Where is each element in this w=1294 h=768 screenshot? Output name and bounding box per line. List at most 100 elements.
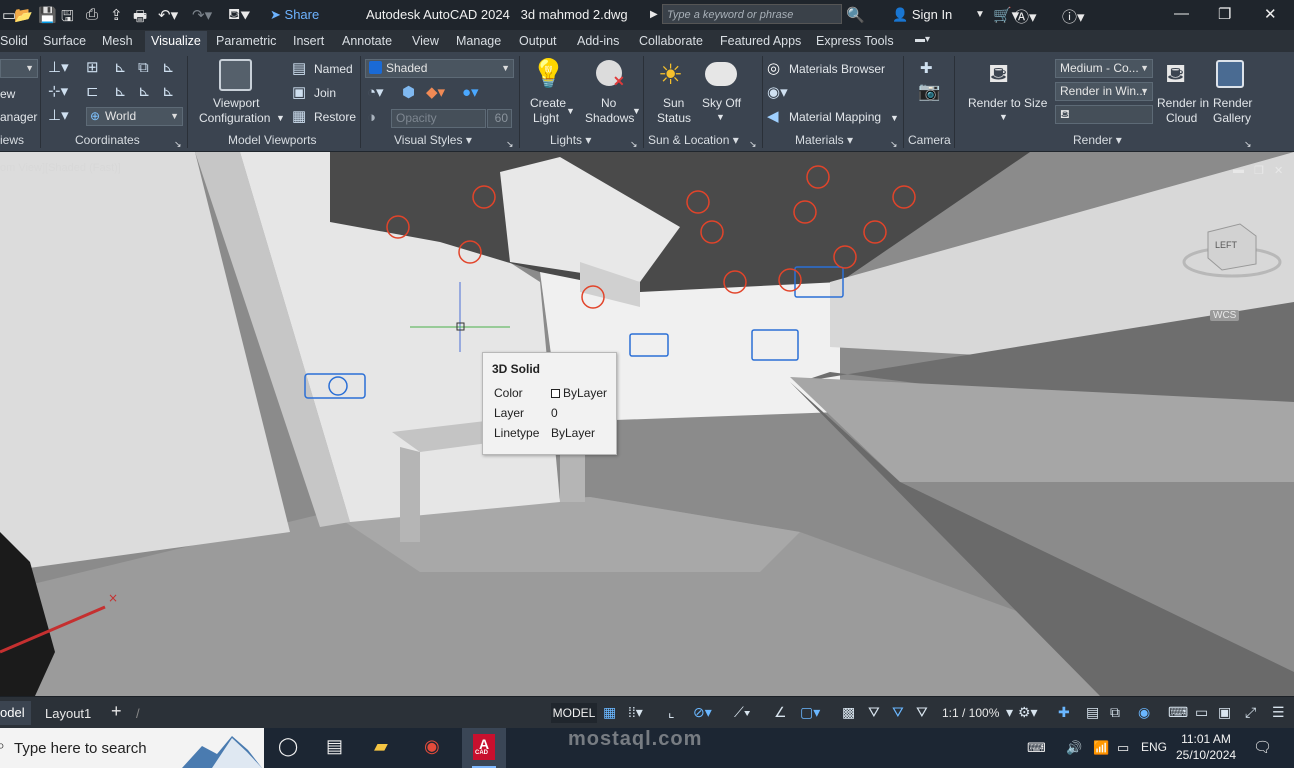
tab-solid[interactable]: Solid [0,34,28,48]
minimize-icon[interactable]: — [1174,5,1189,22]
panel-launcher-icon[interactable]: ↘ [506,137,514,151]
materials-browser-button[interactable]: Materials Browser [789,62,885,76]
camera-icon[interactable]: 📷 [918,82,940,100]
render-teapot-icon[interactable]: ⛾ [988,58,1009,88]
tab-parametric[interactable]: Parametric [216,34,276,48]
chevron-down-icon[interactable]: ▼ [716,110,725,124]
drawing-viewport[interactable]: × om View][Shaded (Fast)] ▬ ❐ ✕ LEFT WCS [0,152,1294,696]
render-to-size-button[interactable]: Render to Size [968,96,1047,110]
open-from-web-icon[interactable]: ⎙ [86,6,98,23]
chevron-down-icon[interactable]: ▼ [566,104,575,118]
viewport-config-line1[interactable]: Viewport [213,96,259,110]
object-snap-icon[interactable]: ▢▾ [800,704,820,721]
restore-viewports-button[interactable]: Restore [314,110,356,124]
gear-icon[interactable]: ⚙▾ [1018,704,1038,721]
volume-icon[interactable]: 🔊 [1066,740,1082,756]
close-icon[interactable]: ✕ [1264,5,1277,23]
sun-status-line1[interactable]: Sun [663,96,684,110]
lighting-quality-icon[interactable]: ●▾ [462,85,479,101]
save-as-icon[interactable]: 🖫 [61,6,74,31]
widgets-icon[interactable]: ▤ [326,736,343,757]
create-camera-icon[interactable]: ✚ [920,61,933,77]
no-shadows-line2[interactable]: Shadows [585,111,634,125]
chrome-icon[interactable]: ◉ [424,736,440,757]
views-label-1[interactable]: ew [0,87,15,101]
visual-style-combo[interactable]: Shaded ▼ [365,59,514,78]
sun-status-icon[interactable]: ☀ [658,60,683,90]
create-light-line2[interactable]: Light [533,111,559,125]
taskbar-search-input[interactable] [14,738,164,758]
plus-snap-icon[interactable]: ✚ [1058,704,1070,721]
transparency-icon[interactable]: ▩ [842,704,855,721]
chevron-down-icon[interactable]: ▼ [975,9,985,20]
tab-model[interactable]: odel [0,701,31,725]
fullscreen-icon[interactable]: ⤢ [1245,704,1256,721]
viewport-restore-icon[interactable]: ❐ [1254,164,1264,177]
materials-attach-icon[interactable]: ◉▾ [767,85,788,101]
tab-visualize[interactable]: Visualize [145,31,207,52]
ucs-z-icon[interactable]: ⊾ [138,84,151,100]
ucs-named-icon[interactable]: ⊹▾ [48,84,68,100]
ucs-y-icon[interactable]: ⊾ [114,84,127,100]
language-indicator[interactable]: ENG [1141,740,1167,754]
auto-scale-icon[interactable]: ⛛ [892,704,904,721]
ucs-combo[interactable]: ⊕ World ▼ [86,107,183,126]
sign-in-button[interactable]: 👤 Sign In [892,7,952,23]
share-button[interactable]: ➤ Share [270,7,319,23]
material-mapping-button[interactable]: Material Mapping [789,110,881,124]
save-icon[interactable]: 💾 [38,6,57,24]
ucs-object-icon[interactable]: ⊏ [86,84,99,100]
keyboard-icon[interactable]: ⌨ [1027,740,1046,756]
viewport-close-icon[interactable]: ✕ [1274,164,1283,177]
viewport-config-line2[interactable]: Configuration [199,111,270,125]
views-manager-label[interactable]: anager [0,110,37,124]
create-light-icon[interactable]: 💡 [531,59,566,89]
views-panel-title[interactable]: iews [0,133,24,147]
visual-styles-panel-title[interactable]: Visual Styles ▾ [394,133,472,147]
teapot-icon[interactable]: ⛾▾ [228,6,250,25]
properties-icon[interactable]: ▤ [1086,704,1099,721]
sky-off-button[interactable]: Sky Off [702,96,741,110]
ucs-icon[interactable]: ⊥▾ [48,60,69,76]
tab-mesh[interactable]: Mesh [102,34,133,48]
render-gallery-icon[interactable] [1216,60,1244,88]
plot-icon[interactable]: 🖶 [133,6,147,31]
taskbar-search[interactable]: ⌕ [0,728,264,768]
edge-effects-icon[interactable]: ◔▾ [367,85,384,101]
annotation-scale-icon[interactable]: ⛛ [916,704,928,721]
ucs-origin-icon[interactable]: ⊾ [162,60,175,76]
render-gallery-line1[interactable]: Render [1213,96,1252,110]
sun-location-panel-title[interactable]: Sun & Location ▾ [648,133,739,147]
wifi-icon[interactable]: 📶 [1093,740,1109,756]
chevron-down-icon[interactable]: ▼ [276,111,285,125]
no-shadows-line1[interactable]: No [601,96,616,110]
graphics-icon[interactable]: ▭ [1195,704,1208,721]
model-space-button[interactable]: MODEL [551,703,597,723]
sky-off-icon[interactable] [705,62,737,86]
panel-launcher-icon[interactable]: ↘ [174,137,182,151]
tab-collaborate[interactable]: Collaborate [639,34,703,48]
annotation-visibility-icon[interactable]: ⛛ [868,704,880,721]
render-panel-title[interactable]: Render ▾ [1073,133,1122,147]
annotation-scale-value[interactable]: 1:1 / 100% [942,706,999,720]
notification-icon[interactable]: 🗨 [1253,738,1272,756]
create-light-line1[interactable]: Create [530,96,566,110]
sun-status-line2[interactable]: Status [657,111,691,125]
polar-tracking-icon[interactable]: ⊘▾ [693,704,712,721]
views-combo[interactable]: ▼ [0,59,38,78]
ucs-view-icon[interactable]: ⧉ [138,60,149,76]
help-icon[interactable]: ⓘ▾ [1062,6,1085,27]
chevron-down-icon[interactable]: ▼ [632,104,641,118]
taskbar-clock[interactable]: 11:01 AM 25/10/2024 [1176,731,1236,763]
customization-menu-icon[interactable]: ☰ [1272,704,1285,721]
panel-launcher-icon[interactable]: ↘ [890,137,898,151]
ucs-x-icon[interactable]: ⊾ [114,60,127,76]
battery-icon[interactable]: ▭ [1117,740,1129,756]
chevron-down-icon[interactable]: ▼ [890,111,899,125]
render-cloud-icon[interactable]: ⛾ [1165,58,1186,88]
lights-panel-title[interactable]: Lights ▾ [550,133,591,147]
tab-surface[interactable]: Surface [43,34,86,48]
coordinates-panel-title[interactable]: Coordinates [75,133,140,147]
snap-icon[interactable]: ⁞⁞▾ [628,704,643,721]
wcs-label[interactable]: WCS [1210,310,1240,321]
